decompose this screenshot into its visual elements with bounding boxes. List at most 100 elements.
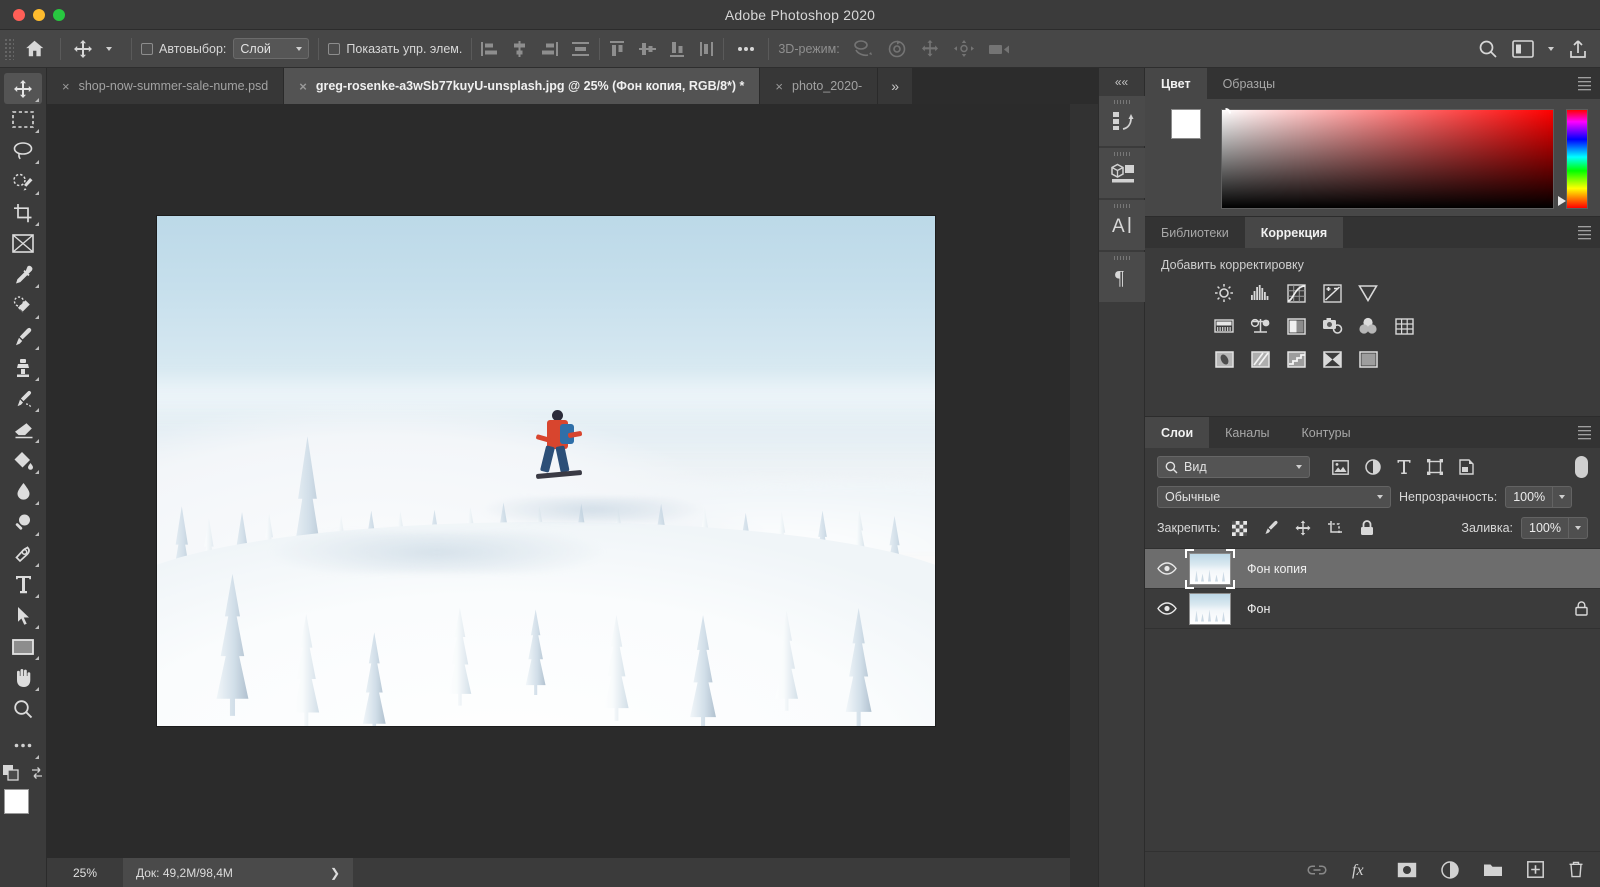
home-icon[interactable]: [17, 36, 51, 62]
lock-artboard-nesting-icon[interactable]: [1327, 520, 1344, 536]
filter-pixel-icon[interactable]: [1332, 460, 1349, 475]
align-horizontal-centers-icon[interactable]: [511, 41, 528, 57]
more-options-icon[interactable]: [733, 36, 759, 62]
lock-transparent-pixels-icon[interactable]: [1232, 521, 1247, 536]
document-canvas[interactable]: [157, 216, 935, 726]
fill-value[interactable]: 100%: [1521, 517, 1569, 539]
panel-menu-icon[interactable]: [1578, 226, 1591, 240]
opacity-stepper[interactable]: [1553, 486, 1572, 508]
foreground-color-swatch[interactable]: [1171, 109, 1201, 139]
clone-stamp-tool[interactable]: [4, 352, 42, 383]
align-bottom-edges-icon[interactable]: [669, 41, 686, 57]
orbit-3d-icon[interactable]: [852, 39, 874, 58]
exposure-icon[interactable]: [1321, 282, 1343, 304]
tab-overflow-button[interactable]: »: [878, 68, 912, 104]
panel-grip[interactable]: [1114, 152, 1132, 156]
crop-tool[interactable]: [4, 197, 42, 228]
panel-menu-icon[interactable]: [1578, 77, 1591, 91]
close-icon[interactable]: ×: [62, 80, 70, 93]
levels-icon[interactable]: [1249, 282, 1271, 304]
lock-image-pixels-icon[interactable]: [1263, 520, 1279, 536]
fill-stepper[interactable]: [1569, 517, 1588, 539]
eyedropper-tool[interactable]: [4, 259, 42, 290]
workspace-icon[interactable]: [1512, 40, 1534, 58]
curves-icon[interactable]: [1285, 282, 1307, 304]
lasso-tool[interactable]: [4, 135, 42, 166]
hue-slider-handle[interactable]: [1558, 196, 1566, 206]
filter-type-icon[interactable]: [1397, 459, 1411, 475]
tab-layers[interactable]: Слои: [1145, 417, 1209, 448]
tab-adjustments[interactable]: Коррекция: [1245, 217, 1343, 248]
search-icon[interactable]: [1478, 39, 1498, 59]
eraser-tool[interactable]: [4, 414, 42, 445]
new-group-icon[interactable]: [1483, 862, 1503, 877]
tab-libraries[interactable]: Библиотеки: [1145, 217, 1245, 248]
layer-style-fx-icon[interactable]: fx: [1351, 861, 1373, 879]
color-lookup-icon[interactable]: [1393, 315, 1415, 337]
frame-tool[interactable]: [4, 228, 42, 259]
share-icon[interactable]: [1568, 39, 1588, 59]
color-balance-icon[interactable]: [1249, 315, 1271, 337]
swap-colors-icon[interactable]: [30, 766, 44, 780]
gradient-map-icon[interactable]: [1321, 348, 1343, 370]
hue-slider[interactable]: [1566, 109, 1588, 209]
filter-shape-icon[interactable]: [1427, 459, 1443, 475]
opacity-value[interactable]: 100%: [1505, 486, 1553, 508]
align-top-edges-icon[interactable]: [609, 41, 626, 57]
slide-3d-icon[interactable]: [953, 39, 975, 58]
selective-color-icon[interactable]: [1357, 348, 1379, 370]
add-layer-mask-icon[interactable]: [1397, 862, 1417, 878]
lock-all-icon[interactable]: [1360, 520, 1374, 536]
brush-tool[interactable]: [4, 321, 42, 352]
link-layers-icon[interactable]: [1307, 864, 1327, 876]
lock-position-icon[interactable]: [1295, 520, 1311, 536]
black-white-icon[interactable]: [1285, 315, 1307, 337]
zoom-level-field[interactable]: 25%: [47, 858, 123, 887]
edit-toolbar-tool[interactable]: [4, 730, 42, 761]
panel-menu-icon[interactable]: [1578, 426, 1591, 440]
camera-3d-icon[interactable]: [988, 41, 1012, 57]
blur-tool[interactable]: [4, 476, 42, 507]
vibrance-icon[interactable]: [1357, 282, 1379, 304]
color-field-marker[interactable]: [1220, 108, 1231, 119]
path-selection-tool[interactable]: [4, 600, 42, 631]
autoselect-select[interactable]: Слой: [233, 38, 309, 59]
chevron-right-icon[interactable]: ❯: [330, 866, 340, 880]
close-icon[interactable]: ×: [775, 80, 783, 93]
document-info[interactable]: Док: 49,2M/98,4M ❯: [123, 858, 353, 887]
move-tool[interactable]: [4, 73, 42, 104]
threshold-icon[interactable]: [1285, 348, 1307, 370]
tab-color[interactable]: Цвет: [1145, 68, 1207, 99]
show-controls-checkbox[interactable]: [328, 43, 340, 55]
layer-name[interactable]: Фон копия: [1247, 562, 1307, 576]
brightness-contrast-icon[interactable]: [1213, 282, 1235, 304]
panel-grip[interactable]: [1114, 100, 1132, 104]
character-panel-icon[interactable]: A: [1099, 200, 1146, 250]
filter-adjustment-icon[interactable]: [1365, 459, 1381, 475]
layer-row[interactable]: Фон копия: [1145, 549, 1600, 589]
tool-preset-chevron-icon[interactable]: [96, 36, 122, 62]
posterize-icon[interactable]: [1249, 348, 1271, 370]
rectangular-marquee-tool[interactable]: [4, 104, 42, 135]
filter-smart-object-icon[interactable]: [1459, 459, 1474, 475]
new-layer-icon[interactable]: [1527, 861, 1544, 878]
quick-selection-tool[interactable]: [4, 166, 42, 197]
actions-history-icon[interactable]: [1099, 96, 1146, 146]
align-left-edges-icon[interactable]: [481, 41, 498, 57]
layer-thumbnail[interactable]: [1189, 553, 1231, 585]
roll-3d-icon[interactable]: [887, 39, 907, 58]
dodge-tool[interactable]: [4, 507, 42, 538]
pan-3d-icon[interactable]: [920, 39, 940, 58]
delete-layer-icon[interactable]: [1568, 861, 1584, 878]
options-bar-grip[interactable]: [4, 38, 14, 60]
document-tab-3[interactable]: × photo_2020-: [760, 68, 878, 104]
tab-paths[interactable]: Контуры: [1286, 417, 1367, 448]
layer-visibility-icon[interactable]: [1145, 602, 1189, 615]
paragraph-panel-icon[interactable]: ¶: [1099, 252, 1146, 302]
channel-mixer-icon[interactable]: [1357, 315, 1379, 337]
3d-properties-icon[interactable]: [1099, 148, 1146, 198]
layer-name[interactable]: Фон: [1247, 602, 1270, 616]
tab-channels[interactable]: Каналы: [1209, 417, 1285, 448]
history-brush-tool[interactable]: [4, 383, 42, 414]
document-tab-2[interactable]: × greg-rosenke-a3wSb77kuyU-unsplash.jpg …: [284, 68, 760, 104]
